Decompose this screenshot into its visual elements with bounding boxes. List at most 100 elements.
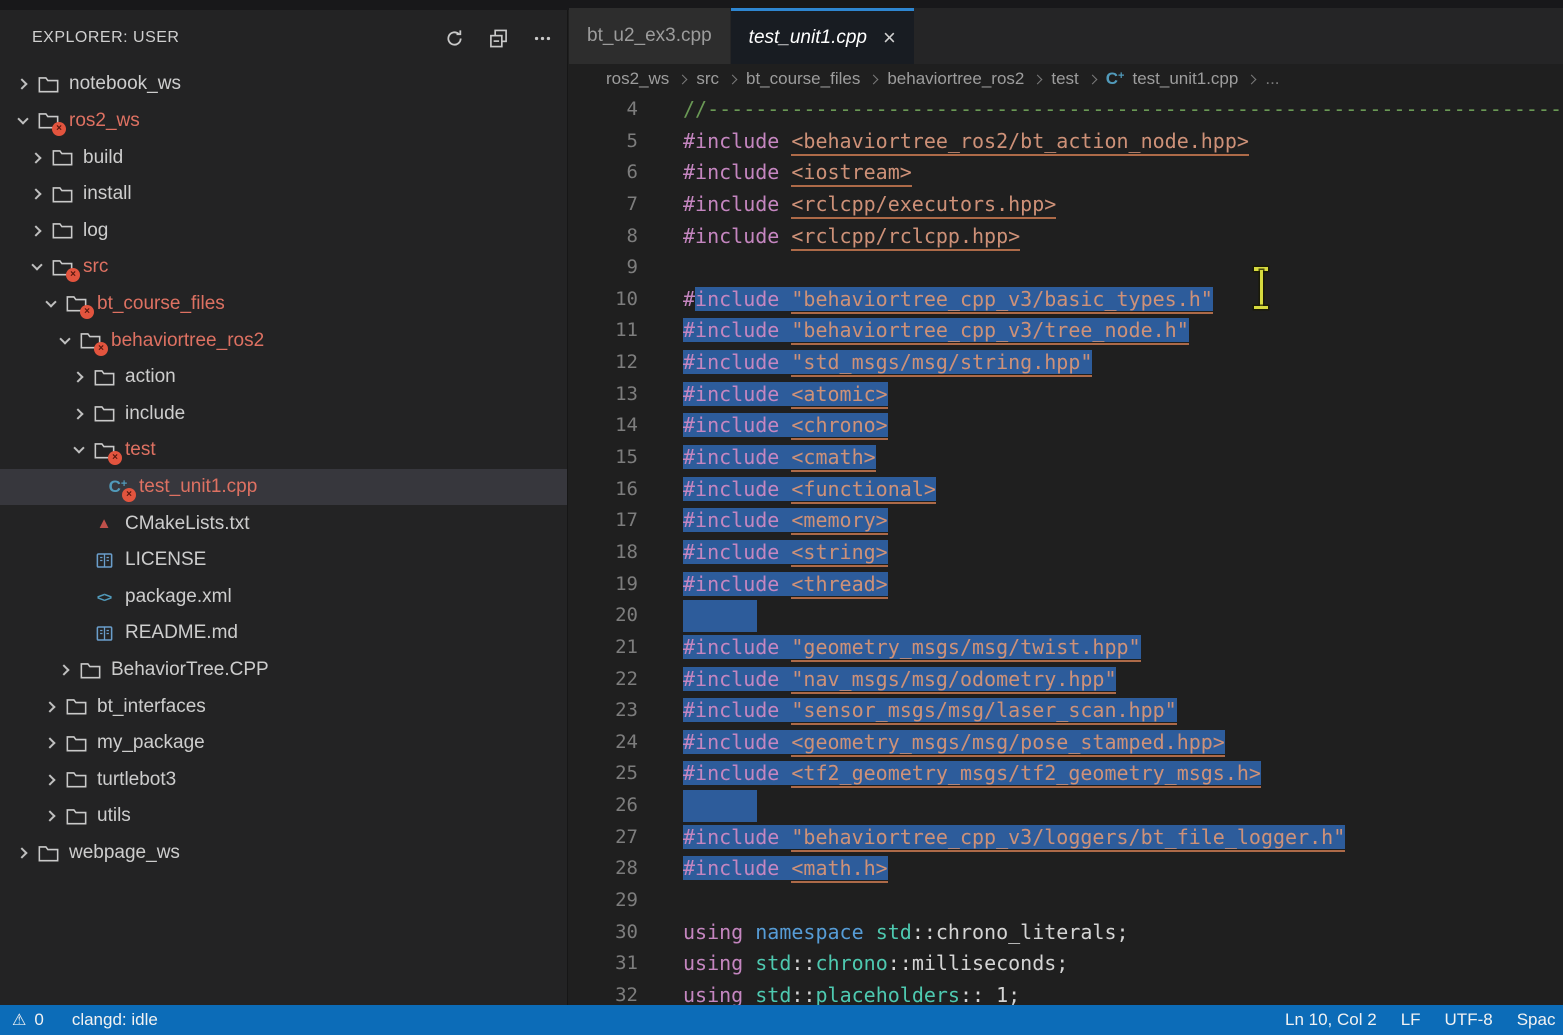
- close-tab-icon[interactable]: ×: [883, 27, 896, 49]
- collapse-folders-icon[interactable]: [487, 27, 509, 49]
- code-text: #include <rclcpp/rclcpp.hpp>: [683, 221, 1563, 253]
- code-line-27[interactable]: 27#include "behaviortree_cpp_v3/loggers/…: [569, 822, 1563, 854]
- folder-icon: ×: [34, 109, 62, 133]
- code-token: <atomic>: [791, 382, 887, 409]
- git-status-badge: ×: [66, 268, 80, 282]
- more-actions-icon[interactable]: [531, 27, 553, 49]
- breadcrumb-item-src[interactable]: src: [696, 69, 719, 89]
- breadcrumb-item-file[interactable]: test_unit1.cpp: [1132, 69, 1238, 89]
- clangd-status[interactable]: clangd: idle: [72, 1010, 158, 1030]
- tree-item-webpage_ws[interactable]: webpage_ws: [0, 835, 567, 872]
- breadcrumb-item-behaviortree_ros2[interactable]: behaviortree_ros2: [887, 69, 1024, 89]
- code-token: #include: [683, 350, 779, 374]
- breadcrumb-overflow[interactable]: ...: [1265, 69, 1279, 89]
- code-token: #: [683, 287, 695, 311]
- code-text: #include <string>: [683, 537, 1563, 569]
- code-line-4[interactable]: 4//-------------------------------------…: [569, 94, 1563, 126]
- code-line-10[interactable]: 10#include "behaviortree_cpp_v3/basic_ty…: [569, 284, 1563, 316]
- tree-item-bt_interfaces[interactable]: bt_interfaces: [0, 688, 567, 725]
- code-line-19[interactable]: 19#include <thread>: [569, 569, 1563, 601]
- code-line-15[interactable]: 15#include <cmath>: [569, 442, 1563, 474]
- code-line-21[interactable]: 21#include "geometry_msgs/msg/twist.hpp": [569, 632, 1563, 664]
- code-line-6[interactable]: 6#include <iostream>: [569, 157, 1563, 189]
- breadcrumb-item-test[interactable]: test: [1051, 69, 1078, 89]
- chevron-right-icon: [26, 183, 48, 205]
- line-number: 30: [569, 917, 683, 949]
- chevron-down-icon: [12, 110, 34, 132]
- code-line-8[interactable]: 8#include <rclcpp/rclcpp.hpp>: [569, 221, 1563, 253]
- code-text: [683, 600, 1563, 632]
- code-token: [779, 856, 791, 880]
- code-line-7[interactable]: 7#include <rclcpp/executors.hpp>: [569, 189, 1563, 221]
- code-token: #include: [683, 856, 779, 880]
- folder-icon: [90, 365, 118, 389]
- code-line-9[interactable]: 9: [569, 252, 1563, 284]
- tab-test_unit1.cpp[interactable]: test_unit1.cpp×: [731, 8, 914, 64]
- tree-item-test_unit1.cpp[interactable]: C+×test_unit1.cpp: [0, 469, 567, 506]
- code-line-16[interactable]: 16#include <functional>: [569, 474, 1563, 506]
- tree-item-README.md[interactable]: README.md: [0, 615, 567, 652]
- xml-file-icon: <>: [90, 585, 118, 609]
- tree-item-install[interactable]: install: [0, 176, 567, 213]
- tree-item-label: test: [125, 439, 156, 461]
- code-line-32[interactable]: 32using std::placeholders::_1;: [569, 980, 1563, 1005]
- tree-item-bt_course_files[interactable]: ×bt_course_files: [0, 286, 567, 323]
- tree-item-ros2_ws[interactable]: ×ros2_ws: [0, 103, 567, 140]
- tree-item-CMakeLists.txt[interactable]: ▲CMakeLists.txt: [0, 505, 567, 542]
- tree-item-my_package[interactable]: my_package: [0, 725, 567, 762]
- refresh-explorer-icon[interactable]: [443, 27, 465, 49]
- tree-item-behaviortree_ros2[interactable]: ×behaviortree_ros2: [0, 322, 567, 359]
- tree-item-label: action: [125, 366, 176, 388]
- cursor-position[interactable]: Ln 10, Col 2: [1285, 1010, 1377, 1030]
- code-token: <chrono>: [791, 413, 887, 440]
- code-text: #include "nav_msgs/msg/odometry.hpp": [683, 664, 1563, 696]
- tree-item-action[interactable]: action: [0, 359, 567, 396]
- breadcrumb-item-ros2_ws[interactable]: ros2_ws: [606, 69, 669, 89]
- code-line-17[interactable]: 17#include <memory>: [569, 505, 1563, 537]
- problems-indicator[interactable]: ⚠ 0: [0, 1010, 44, 1030]
- chevron-spacer: [68, 513, 90, 535]
- editor-code-area[interactable]: 4//-------------------------------------…: [569, 94, 1563, 1005]
- code-line-22[interactable]: 22#include "nav_msgs/msg/odometry.hpp": [569, 664, 1563, 696]
- tree-item-LICENSE[interactable]: LICENSE: [0, 542, 567, 579]
- tree-item-BehaviorTree.CPP[interactable]: BehaviorTree.CPP: [0, 652, 567, 689]
- indent-indicator[interactable]: Spac: [1517, 1010, 1556, 1030]
- tree-item-test[interactable]: ×test: [0, 432, 567, 469]
- code-line-20[interactable]: 20: [569, 600, 1563, 632]
- code-line-12[interactable]: 12#include "std_msgs/msg/string.hpp": [569, 347, 1563, 379]
- code-text: #include <tf2_geometry_msgs/tf2_geometry…: [683, 758, 1563, 790]
- code-token: #include: [683, 413, 779, 437]
- code-line-26[interactable]: 26: [569, 790, 1563, 822]
- code-line-18[interactable]: 18#include <string>: [569, 537, 1563, 569]
- code-line-5[interactable]: 5#include <behaviortree_ros2/bt_action_n…: [569, 126, 1563, 158]
- line-number: 6: [569, 157, 683, 189]
- code-line-31[interactable]: 31using std::chrono::milliseconds;: [569, 948, 1563, 980]
- encoding-indicator[interactable]: UTF-8: [1445, 1010, 1493, 1030]
- line-number: 17: [569, 505, 683, 537]
- code-line-28[interactable]: 28#include <math.h>: [569, 853, 1563, 885]
- breadcrumb-item-bt_course_files[interactable]: bt_course_files: [746, 69, 860, 89]
- status-bar: ⚠ 0 clangd: idle Ln 10, Col 2 LF UTF-8 S…: [0, 1005, 1563, 1035]
- code-text: #include "behaviortree_cpp_v3/loggers/bt…: [683, 822, 1563, 854]
- code-line-13[interactable]: 13#include <atomic>: [569, 379, 1563, 411]
- code-line-25[interactable]: 25#include <tf2_geometry_msgs/tf2_geomet…: [569, 758, 1563, 790]
- tree-item-log[interactable]: log: [0, 212, 567, 249]
- code-line-23[interactable]: 23#include "sensor_msgs/msg/laser_scan.h…: [569, 695, 1563, 727]
- code-line-29[interactable]: 29: [569, 885, 1563, 917]
- tree-item-include[interactable]: include: [0, 395, 567, 432]
- tree-item-package.xml[interactable]: <>package.xml: [0, 579, 567, 616]
- folder-icon: [34, 841, 62, 865]
- tree-item-notebook_ws[interactable]: notebook_ws: [0, 66, 567, 103]
- eol-indicator[interactable]: LF: [1401, 1010, 1421, 1030]
- tab-bt_u2_ex3.cpp[interactable]: bt_u2_ex3.cpp: [569, 8, 730, 64]
- code-line-30[interactable]: 30using namespace std::chrono_literals;: [569, 917, 1563, 949]
- tree-item-utils[interactable]: utils: [0, 798, 567, 835]
- folder-icon: [90, 402, 118, 426]
- tree-item-src[interactable]: ×src: [0, 249, 567, 286]
- code-line-11[interactable]: 11#include "behaviortree_cpp_v3/tree_nod…: [569, 315, 1563, 347]
- tree-item-build[interactable]: build: [0, 139, 567, 176]
- code-line-24[interactable]: 24#include <geometry_msgs/msg/pose_stamp…: [569, 727, 1563, 759]
- code-line-14[interactable]: 14#include <chrono>: [569, 410, 1563, 442]
- tree-item-label: behaviortree_ros2: [111, 330, 264, 352]
- tree-item-turtlebot3[interactable]: turtlebot3: [0, 762, 567, 799]
